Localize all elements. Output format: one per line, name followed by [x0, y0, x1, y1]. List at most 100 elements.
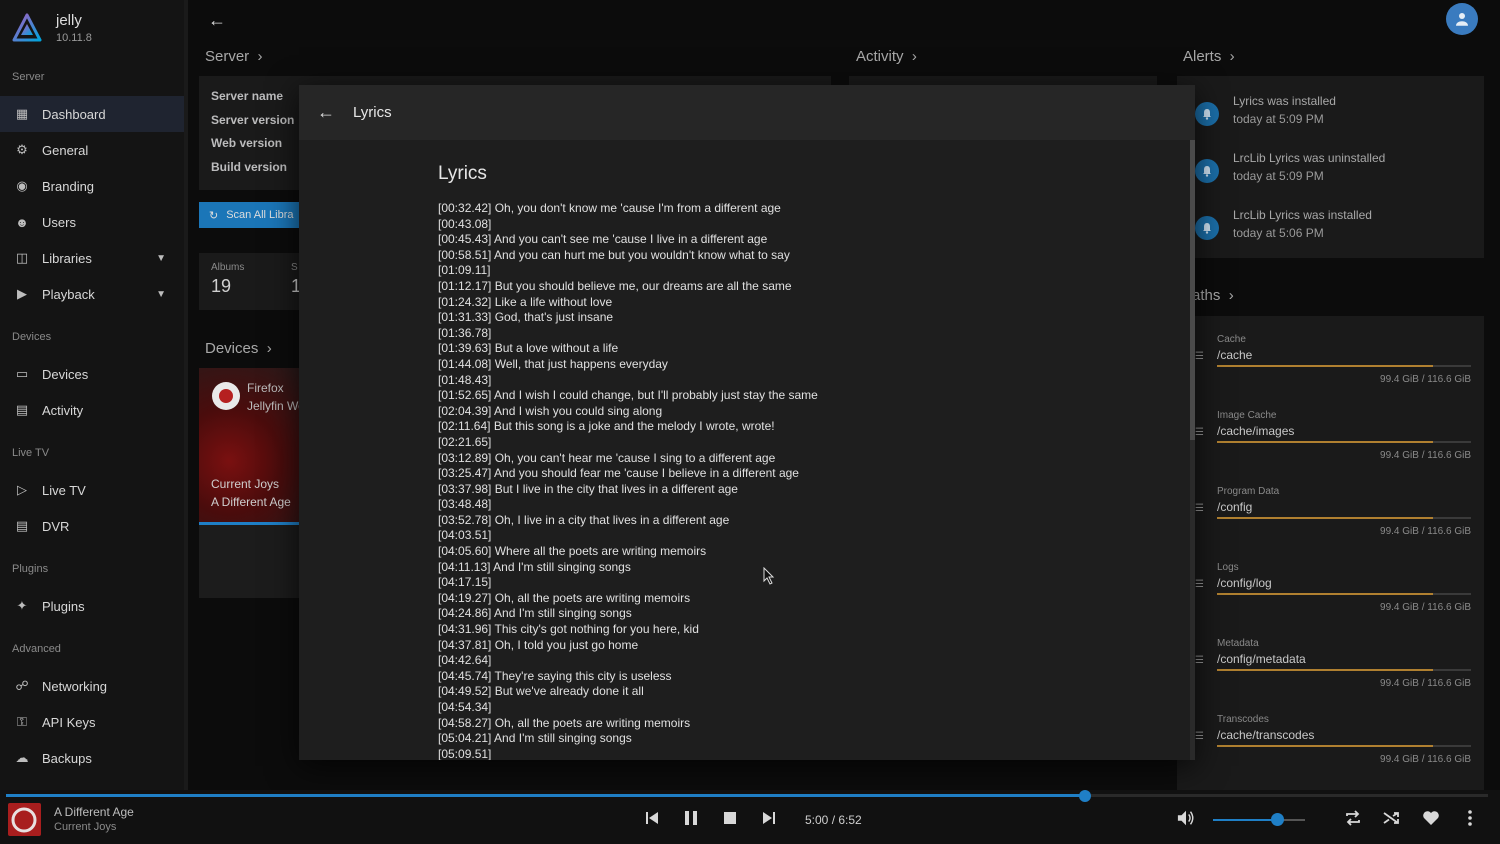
lyric-line[interactable]: [04:03.51]: [438, 528, 1195, 544]
lyric-line[interactable]: [03:12.89] Oh, you can't hear me 'cause …: [438, 451, 1195, 467]
lyric-line[interactable]: [00:43.08]: [438, 217, 1195, 233]
lyric-line[interactable]: [01:31.33] God, that's just insane: [438, 310, 1195, 326]
path-value: /config/metadata: [1217, 652, 1306, 666]
brand[interactable]: jelly 10.11.8: [0, 0, 184, 56]
drag-handle-icon[interactable]: ☰: [1195, 731, 1205, 742]
lyric-line[interactable]: [00:58.51] And you can hurt me but you w…: [438, 248, 1195, 264]
playback-progress-knob[interactable]: [1078, 790, 1091, 802]
drag-handle-icon[interactable]: ☰: [1195, 351, 1205, 362]
sidebar-item-activity[interactable]: ▤ Activity: [0, 392, 184, 428]
lyric-line[interactable]: [01:39.63] But a love without a life: [438, 341, 1195, 357]
drag-handle-icon[interactable]: ☰: [1195, 655, 1205, 666]
chevron-down-icon[interactable]: ▼: [156, 253, 166, 264]
path-item[interactable]: ☰ Metadata /config/metadata 99.4 GiB / 1…: [1195, 638, 1475, 708]
previous-track-icon[interactable]: [643, 809, 661, 827]
sidebar-item-backups[interactable]: ☁ Backups: [0, 740, 184, 776]
dialog-back-arrow-icon[interactable]: ←: [317, 102, 335, 123]
lyric-line[interactable]: [04:54.34]: [438, 700, 1195, 716]
lyric-line[interactable]: [04:17.15]: [438, 575, 1195, 591]
drag-handle-icon[interactable]: ☰: [1195, 579, 1205, 590]
sidebar-item-live-tv[interactable]: ▷ Live TV: [0, 472, 184, 508]
lyric-line[interactable]: [01:44.08] Well, that just happens every…: [438, 357, 1195, 373]
back-arrow-icon[interactable]: ←: [208, 10, 226, 31]
lyric-line[interactable]: [05:04.21] And I'm still singing songs: [438, 731, 1195, 747]
lyric-line[interactable]: [04:19.27] Oh, all the poets are writing…: [438, 591, 1195, 607]
device-card[interactable]: Firefox Jellyfin We Current Joys A Diffe…: [199, 368, 305, 598]
devices-section-title[interactable]: Devices ›: [205, 340, 272, 357]
server-section-title[interactable]: Server ›: [205, 48, 263, 65]
sidebar-item-branding[interactable]: ◉ Branding: [0, 168, 184, 204]
lyric-line[interactable]: [04:45.74] They're saying this city is u…: [438, 669, 1195, 685]
now-playing-artwork[interactable]: [8, 803, 41, 836]
volume-knob[interactable]: [1271, 813, 1285, 826]
activity-section-title[interactable]: Activity ›: [856, 48, 917, 65]
lyric-line[interactable]: [03:25.47] And you should fear me 'cause…: [438, 466, 1195, 482]
lyric-line[interactable]: [04:37.81] Oh, I told you just go home: [438, 638, 1195, 654]
sidebar-item-users[interactable]: ☻ Users: [0, 204, 184, 240]
favorite-heart-icon[interactable]: [1422, 809, 1440, 827]
sidebar-item-devices[interactable]: ▭ Devices: [0, 356, 184, 392]
sidebar-item-dvr[interactable]: ▤ DVR: [0, 508, 184, 544]
next-track-icon[interactable]: [760, 809, 778, 827]
lyric-line[interactable]: [00:45.43] And you can't see me 'cause I…: [438, 232, 1195, 248]
dialog-scrollbar-thumb[interactable]: [1190, 140, 1195, 440]
user-avatar-icon[interactable]: [1446, 3, 1478, 35]
path-item[interactable]: ☰ Image Cache /cache/images 99.4 GiB / 1…: [1195, 410, 1475, 480]
path-item[interactable]: ☰ Program Data /config 99.4 GiB / 116.6 …: [1195, 486, 1475, 556]
lyric-line[interactable]: [03:48.48]: [438, 497, 1195, 513]
lyric-line[interactable]: [04:42.64]: [438, 653, 1195, 669]
path-item[interactable]: ☰ Transcodes /cache/transcodes 99.4 GiB …: [1195, 714, 1475, 784]
sidebar-item-api-keys[interactable]: ⚿ API Keys: [0, 704, 184, 740]
volume-icon[interactable]: [1177, 809, 1195, 827]
key-icon: ⚿: [17, 714, 27, 729]
sidebar-item-general[interactable]: ⚙ General: [0, 132, 184, 168]
path-item[interactable]: ☰ Cache /cache 99.4 GiB / 116.6 GiB: [1195, 334, 1475, 404]
volume-slider[interactable]: [1213, 819, 1305, 821]
lyric-line[interactable]: [02:21.65]: [438, 435, 1195, 451]
lyric-line[interactable]: [03:37.98] But I live in the city that l…: [438, 482, 1195, 498]
playback-progress-bar[interactable]: [6, 794, 1488, 797]
more-options-icon[interactable]: [1461, 809, 1479, 827]
sidebar-item-libraries[interactable]: ◫ Libraries ▼: [0, 240, 184, 276]
lyric-line[interactable]: [04:11.13] And I'm still singing songs: [438, 560, 1195, 576]
lyric-line[interactable]: [03:52.78] Oh, I live in a city that liv…: [438, 513, 1195, 529]
lyric-line[interactable]: [01:24.32] Like a life without love: [438, 295, 1195, 311]
stop-icon[interactable]: [721, 809, 739, 827]
path-item[interactable]: ☰ Logs /config/log 99.4 GiB / 116.6 GiB: [1195, 562, 1475, 632]
paths-section-title[interactable]: aths ›: [1192, 287, 1234, 304]
lyric-line[interactable]: [01:52.65] And I wish I could change, bu…: [438, 388, 1195, 404]
lyric-line[interactable]: [04:31.96] This city's got nothing for y…: [438, 622, 1195, 638]
lyric-line[interactable]: [04:58.27] Oh, all the poets are writing…: [438, 716, 1195, 732]
lyric-line[interactable]: [05:09.51]: [438, 747, 1195, 760]
lyric-line[interactable]: [01:09.11]: [438, 263, 1195, 279]
now-playing-title[interactable]: A Different Age: [54, 805, 134, 819]
lyric-line[interactable]: [04:24.86] And I'm still singing songs: [438, 606, 1195, 622]
lyric-line[interactable]: [01:48.43]: [438, 373, 1195, 389]
alert-item[interactable]: Lyrics was installed today at 5:09 PM: [1195, 94, 1485, 148]
sidebar-item-dashboard[interactable]: ▦ Dashboard: [0, 96, 184, 132]
lyric-line[interactable]: [02:11.64] But this song is a joke and t…: [438, 419, 1195, 435]
drag-handle-icon[interactable]: ☰: [1195, 503, 1205, 514]
alert-item[interactable]: LrcLib Lyrics was uninstalled today at 5…: [1195, 151, 1485, 205]
shuffle-icon[interactable]: [1383, 809, 1401, 827]
lyric-line[interactable]: [02:04.39] And I wish you could sing alo…: [438, 404, 1195, 420]
now-playing-artist[interactable]: Current Joys: [54, 821, 116, 833]
scan-all-libraries-button[interactable]: ↻ Scan All Libra: [199, 202, 309, 228]
sidebar-item-plugins[interactable]: ✦ Plugins: [0, 588, 184, 624]
lyric-line[interactable]: [01:12.17] But you should believe me, ou…: [438, 279, 1195, 295]
pause-icon[interactable]: [682, 809, 700, 827]
alert-item[interactable]: LrcLib Lyrics was installed today at 5:0…: [1195, 208, 1485, 262]
path-size: 99.4 GiB / 116.6 GiB: [1380, 678, 1471, 689]
lyric-line[interactable]: [01:36.78]: [438, 326, 1195, 342]
chevron-down-icon[interactable]: ▼: [156, 289, 166, 300]
drag-handle-icon[interactable]: ☰: [1195, 427, 1205, 438]
lyric-line[interactable]: [04:05.60] Where all the poets are writi…: [438, 544, 1195, 560]
sidebar-item-playback[interactable]: ▶ Playback ▼: [0, 276, 184, 312]
alert-title: Lyrics was installed: [1233, 94, 1336, 108]
lyric-line[interactable]: [00:32.42] Oh, you don't know me 'cause …: [438, 201, 1195, 217]
stat-albums-value: 19: [211, 276, 232, 296]
alerts-section-title[interactable]: Alerts ›: [1183, 48, 1235, 65]
repeat-icon[interactable]: [1344, 809, 1362, 827]
lyric-line[interactable]: [04:49.52] But we've already done it all: [438, 684, 1195, 700]
sidebar-item-networking[interactable]: ☍ Networking: [0, 668, 184, 704]
